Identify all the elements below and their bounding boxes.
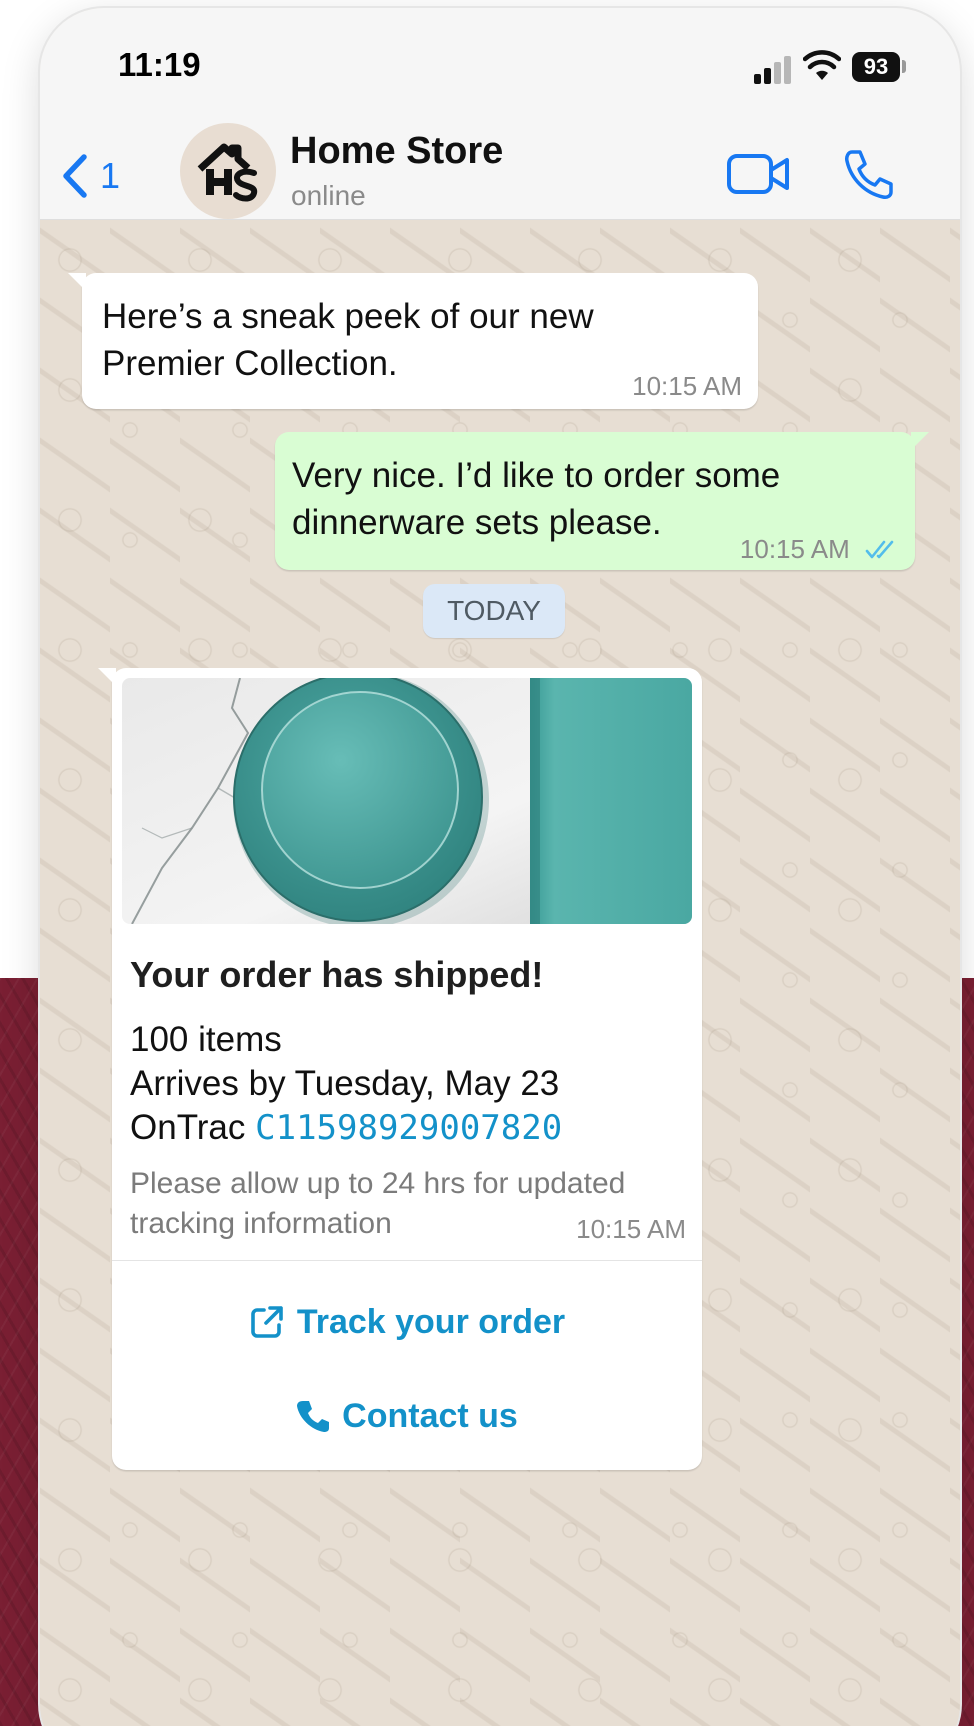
- message-time-row: 10:15 AM: [740, 526, 899, 573]
- order-shipped-card: Your order has shipped! 100 items Arrive…: [98, 668, 702, 1470]
- message-time: 10:15 AM: [739, 534, 850, 564]
- phone-icon: [297, 1401, 330, 1432]
- message-time: 10:15 AM: [576, 1214, 686, 1244]
- bubble-tail: [98, 668, 116, 686]
- message-line: Very nice. I’d like to order some: [292, 456, 781, 495]
- contact-status: online: [291, 180, 366, 211]
- message-time: 10:15 AM: [632, 371, 742, 401]
- cellular-signal-icon: [754, 54, 794, 84]
- carrier-name: OnTrac: [130, 1108, 246, 1147]
- unread-count: 1: [100, 155, 121, 196]
- message-line: Premier Collection.: [102, 344, 398, 383]
- tracking-line: OnTrac C11598929007820: [130, 1108, 562, 1148]
- store-logo-icon: [197, 143, 258, 202]
- dinnerware-product-image[interactable]: [122, 678, 692, 924]
- external-link-icon: [251, 1306, 283, 1338]
- outgoing-message-bubble[interactable]: Very nice. I’d like to order some dinner…: [275, 432, 929, 573]
- arrival-date: Arrives by Tuesday, May 23: [130, 1064, 560, 1103]
- phone-call-icon[interactable]: [840, 146, 896, 202]
- track-order-button[interactable]: Track your order: [112, 1282, 702, 1362]
- items-count: 100 items: [130, 1020, 282, 1059]
- date-divider: TODAY: [423, 584, 565, 638]
- track-order-label: Track your order: [296, 1302, 566, 1341]
- status-time: 11:19: [118, 46, 201, 83]
- contact-us-button[interactable]: Contact us: [112, 1376, 702, 1456]
- message-line: Here’s a sneak peek of our new: [102, 297, 594, 336]
- avatar[interactable]: [180, 123, 276, 219]
- tracking-number-link[interactable]: C11598929007820: [255, 1108, 562, 1148]
- back-button[interactable]: 1: [58, 144, 166, 208]
- bubble-tail: [68, 273, 86, 291]
- message-line: dinnerware sets please.: [292, 503, 662, 542]
- chat-header: 11:19 93 1 Home Store online: [40, 8, 960, 220]
- card-title: Your order has shipped!: [130, 954, 544, 995]
- video-call-icon[interactable]: [726, 148, 792, 200]
- card-divider: [112, 1260, 702, 1261]
- battery-icon: 93: [852, 52, 900, 82]
- wifi-icon: [803, 50, 841, 80]
- phone-frame: 11:19 93 1 Home Store online Here’s a sn…: [40, 8, 960, 1726]
- contact-name[interactable]: Home Store: [290, 130, 503, 173]
- incoming-message-bubble[interactable]: Here’s a sneak peek of our new Premier C…: [68, 273, 758, 409]
- bubble-tail: [911, 432, 929, 450]
- double-check-icon: [865, 540, 894, 559]
- back-chevron-icon: [63, 154, 87, 198]
- battery-tip: [902, 60, 906, 73]
- contact-us-label: Contact us: [342, 1396, 518, 1435]
